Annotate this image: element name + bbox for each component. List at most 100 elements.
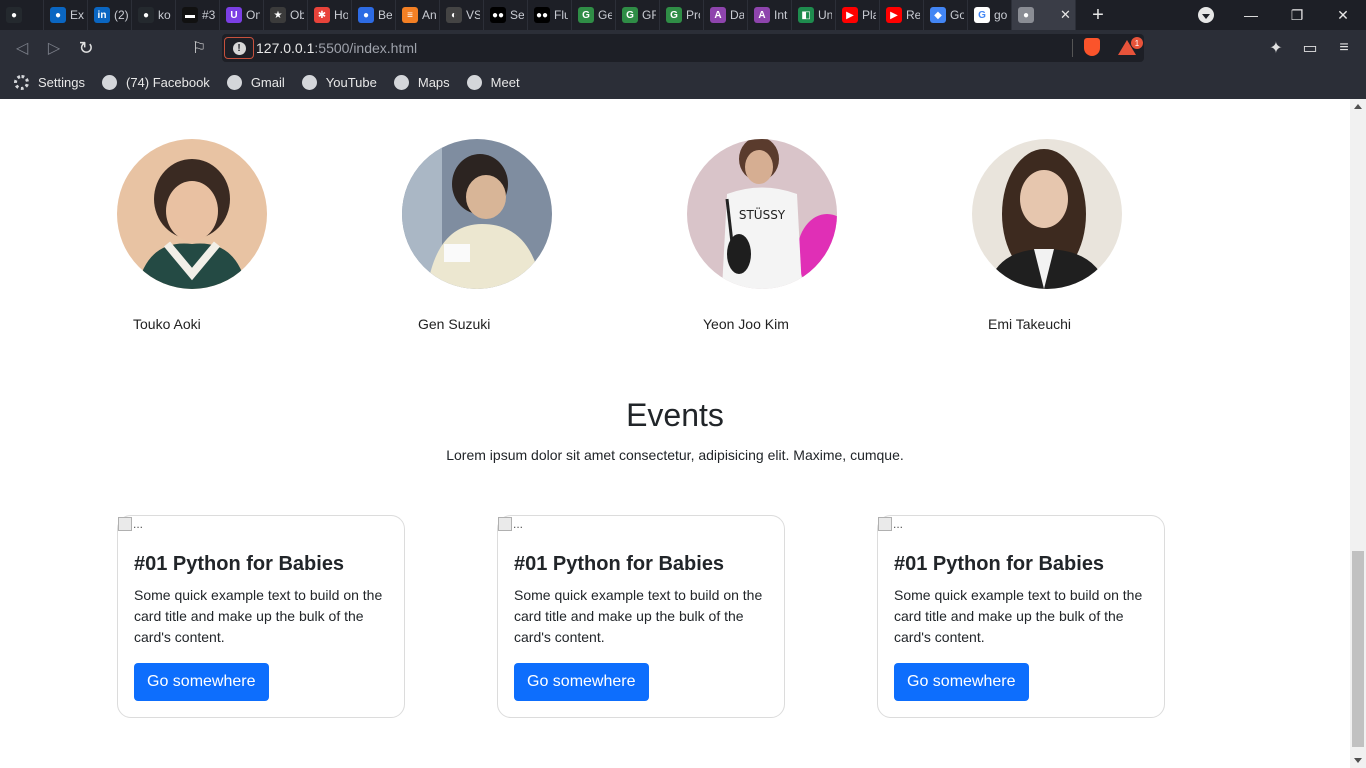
browser-tab[interactable]: ≡ An [396, 0, 440, 30]
card-image-alt: ... [133, 517, 144, 531]
card-title: #01 Python for Babies [514, 553, 725, 575]
globe-icon [393, 75, 409, 90]
browser-tab[interactable]: ● ✕ [1012, 0, 1076, 30]
browser-tab[interactable]: A Da [704, 0, 748, 30]
gear-icon [14, 75, 29, 90]
forward-icon[interactable]: ▷ [44, 38, 64, 58]
url-text[interactable]: 127.0.0.1:5500/index.html [256, 40, 417, 56]
menu-icon[interactable]: ≡ [1334, 38, 1354, 58]
broken-image-icon [878, 517, 892, 531]
tab-favicon-icon: G [666, 7, 682, 23]
browser-tab[interactable]: Ggo [968, 0, 1012, 30]
browser-tab[interactable]: ▬ #3 [176, 0, 220, 30]
avatar-photo [117, 139, 267, 289]
member-name: Gen Suzuki [418, 316, 491, 332]
broken-image-icon [498, 517, 512, 531]
brave-shields-icon[interactable] [1084, 38, 1100, 56]
browser-tab[interactable]: in (2) [88, 0, 132, 30]
tab-title: Flu [554, 8, 568, 22]
browser-tab[interactable]: ● Be [352, 0, 396, 30]
new-tab-button[interactable]: + [1088, 4, 1108, 27]
browser-tab[interactable]: ▶ Re [880, 0, 924, 30]
browser-tab[interactable]: ◐ VS [440, 0, 484, 30]
globe-icon [301, 75, 317, 90]
card-title: #01 Python for Babies [134, 553, 345, 575]
maximize-button[interactable]: ❐ [1274, 0, 1320, 30]
tab-strip: ●●Extin(2)●ko▬#3UOn★Ob✱Ho●Be≡An◐VS●●Se●●… [0, 0, 1366, 30]
scroll-thumb[interactable] [1352, 551, 1364, 747]
extensions-icon[interactable]: ✦ [1266, 38, 1286, 58]
browser-tab[interactable]: ● Ext [44, 0, 88, 30]
browser-tab[interactable]: ▶ Pla [836, 0, 880, 30]
minimize-button[interactable]: — [1228, 0, 1274, 30]
bookmarks-bar: Settings (74) Facebook Gmail YouTube Maps Mee… [0, 66, 1366, 99]
browser-tab[interactable]: ◆ Go [924, 0, 968, 30]
browser-tab[interactable]: G Ge [572, 0, 616, 30]
bookmark-label: Settings [38, 75, 85, 90]
go-somewhere-button[interactable]: Go somewhere [134, 663, 269, 701]
browser-tab[interactable]: ●● Se [484, 0, 528, 30]
bookmark-item[interactable]: Meet [466, 75, 520, 90]
browser-tab[interactable]: ●● Flu [528, 0, 572, 30]
tab-title: Se [510, 8, 524, 22]
member-name: Touko Aoki [133, 316, 201, 332]
tab-favicon-icon: ▶ [886, 7, 902, 23]
tab-title: Ext [70, 8, 84, 22]
browser-tab[interactable]: G Pro [660, 0, 704, 30]
globe-icon [101, 75, 117, 90]
wallet-icon[interactable]: ▭ [1300, 38, 1320, 58]
reload-icon[interactable]: ↻ [76, 38, 96, 58]
page-scrollbar[interactable] [1350, 99, 1366, 768]
tab-favicon-icon: ✱ [314, 7, 330, 23]
site-info-icon[interactable]: ! [224, 37, 254, 59]
card-image-alt: ... [513, 517, 524, 531]
tab-favicon-icon: ● [1018, 7, 1034, 23]
bookmark-item[interactable]: Gmail [226, 75, 285, 90]
tab-title: (2) [114, 8, 128, 22]
bookmark-label: Gmail [250, 75, 285, 90]
team-member: Touko Aoki [117, 139, 267, 332]
card-image-alt: ... [893, 517, 904, 531]
tab-title: Ge [598, 8, 612, 22]
bookmark-item[interactable]: (74) Facebook [101, 75, 210, 90]
tab-close-icon[interactable]: ✕ [1060, 7, 1072, 23]
browser-tab[interactable]: ✱ Ho [308, 0, 352, 30]
tab-favicon-icon: ◧ [798, 7, 814, 23]
browser-tab[interactable]: G GF [616, 0, 660, 30]
svg-text:STÜSSY: STÜSSY [739, 206, 786, 222]
browser-tab[interactable]: ★ Ob [264, 0, 308, 30]
tab-title: Pla [862, 8, 876, 22]
member-name: Emi Takeuchi [988, 316, 1072, 332]
tab-favicon-icon: ≡ [402, 7, 418, 23]
avatar: STÜSSY [687, 139, 837, 289]
bookmark-item[interactable]: Maps [393, 75, 450, 90]
bookmark-item[interactable]: YouTube [301, 75, 377, 90]
browser-tab[interactable]: ● ko [132, 0, 176, 30]
go-somewhere-button[interactable]: Go somewhere [894, 663, 1029, 701]
scroll-up-arrow-icon[interactable] [1354, 104, 1362, 109]
tab-favicon-icon: ●● [490, 7, 506, 23]
browser-tab[interactable]: ◧ Un [792, 0, 836, 30]
bookmark-item[interactable]: Settings [14, 75, 85, 90]
address-bar[interactable]: ! 127.0.0.1:5500/index.html [222, 34, 1144, 62]
tab-search-icon[interactable] [1198, 7, 1214, 23]
avatar-photo [402, 139, 552, 289]
scroll-down-arrow-icon[interactable] [1354, 758, 1362, 763]
browser-tab[interactable]: ● [0, 0, 44, 30]
back-icon[interactable]: ◁ [12, 38, 32, 58]
browser-tab[interactable]: U On [220, 0, 264, 30]
tab-title: Da [730, 8, 744, 22]
go-somewhere-button[interactable]: Go somewhere [514, 663, 649, 701]
browser-tab[interactable]: A Int [748, 0, 792, 30]
tab-favicon-icon: ◐ [446, 7, 462, 23]
card-title: #01 Python for Babies [894, 553, 1105, 575]
bookmark-label: Meet [490, 75, 520, 90]
events-heading: Events [626, 397, 724, 433]
close-window-button[interactable]: ✕ [1320, 0, 1366, 30]
event-card: ... #01 Python for Babies Some quick exa… [497, 515, 785, 718]
avatar [972, 139, 1122, 289]
team-member: Emi Takeuchi [972, 139, 1122, 332]
bookmark-icon[interactable]: ⚐ [189, 38, 209, 58]
bookmark-label: Maps [417, 75, 450, 90]
broken-image-icon [118, 517, 132, 531]
